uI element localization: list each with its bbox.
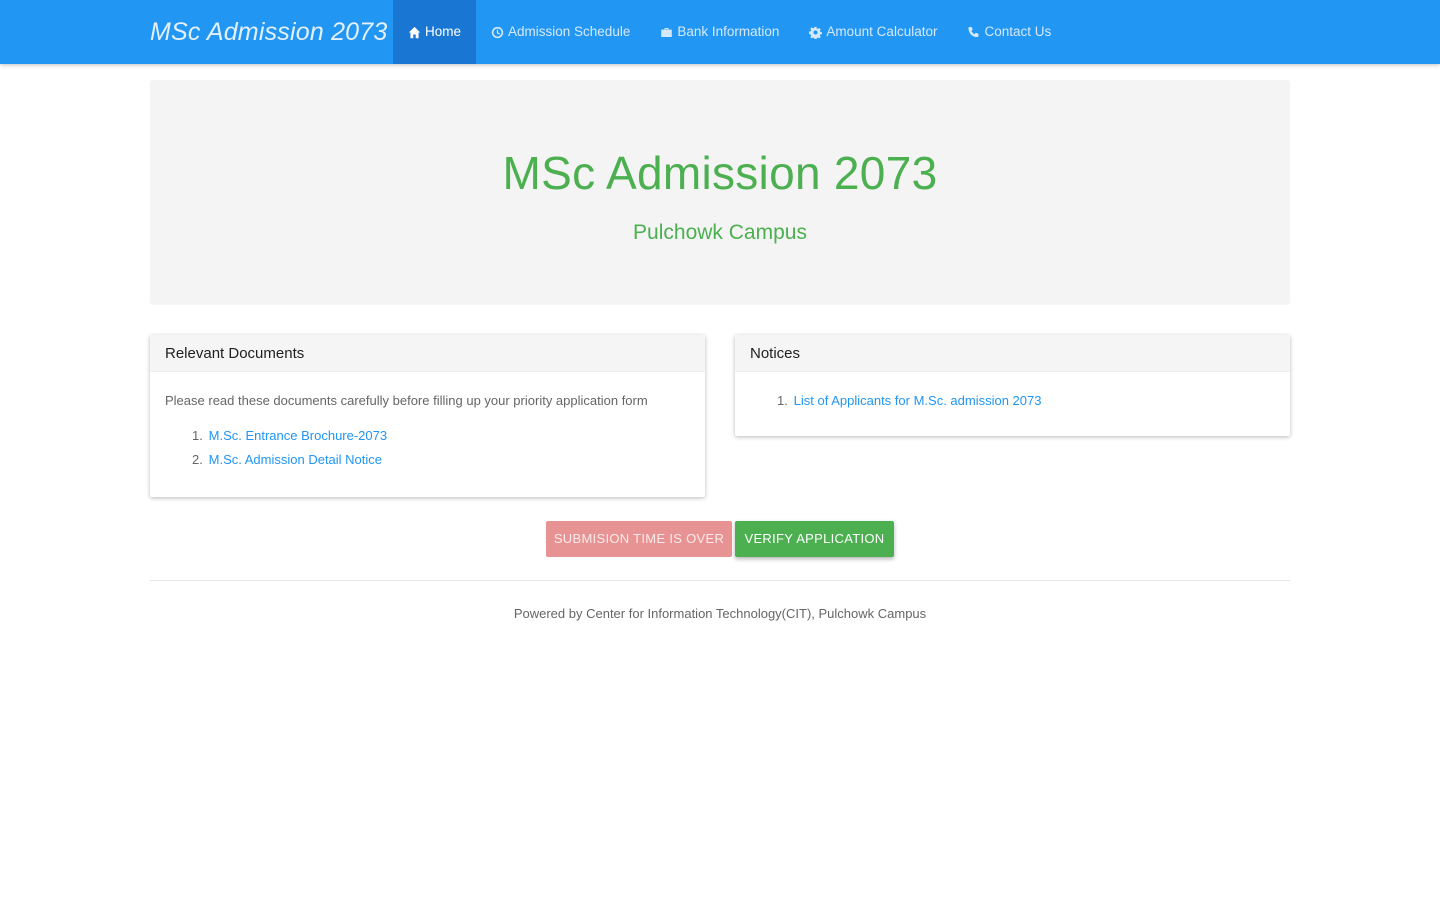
document-link-detail-notice[interactable]: M.Sc. Admission Detail Notice [209, 452, 382, 467]
home-icon [408, 26, 421, 38]
hero-subtitle: Pulchowk Campus [633, 221, 807, 244]
footer-divider [150, 580, 1290, 581]
hero-jumbotron: MSc Admission 2073 Pulchowk Campus [150, 80, 1290, 305]
top-navbar: MSc Admission 2073 Home Admission Schedu… [0, 0, 1440, 64]
list-item: 1. M.Sc. Entrance Brochure-2073 [165, 424, 690, 448]
list-number: 1. [777, 393, 788, 408]
nav-item-home[interactable]: Home [393, 0, 477, 64]
list-number: 2. [192, 452, 203, 467]
list-item: 2. M.Sc. Admission Detail Notice [165, 448, 690, 472]
submission-over-button[interactable]: SUBMISION TIME IS OVER [546, 521, 732, 557]
nav-item-label: Amount Calculator [826, 24, 938, 39]
documents-intro: Please read these documents carefully be… [165, 393, 648, 408]
notice-link-applicants-list[interactable]: List of Applicants for M.Sc. admission 2… [794, 393, 1042, 408]
panel-body: 1. List of Applicants for M.Sc. admissio… [735, 372, 1290, 428]
gear-icon [809, 26, 823, 39]
nav-item-bank-information[interactable]: Bank Information [645, 0, 794, 64]
nav-item-amount-calculator[interactable]: Amount Calculator [794, 0, 952, 64]
briefcase-icon [661, 27, 673, 37]
documents-list: 1. M.Sc. Entrance Brochure-2073 2. M.Sc.… [165, 424, 690, 472]
clock-icon [491, 26, 504, 38]
nav-item-label: Admission Schedule [508, 24, 631, 39]
brand-title[interactable]: MSc Admission 2073 [150, 0, 388, 64]
phone-icon [968, 26, 979, 37]
list-number: 1. [192, 428, 203, 443]
nav-item-admission-schedule[interactable]: Admission Schedule [476, 0, 645, 64]
nav-item-label: Contact Us [984, 24, 1052, 39]
footer-text: Powered by Center for Information Techno… [513, 606, 927, 621]
document-link-brochure[interactable]: M.Sc. Entrance Brochure-2073 [209, 428, 387, 443]
nav-item-label: Home [425, 24, 462, 39]
verify-application-button[interactable]: VERIFY APPLICATION [735, 521, 894, 557]
list-item: 1. List of Applicants for M.Sc. admissio… [750, 389, 1275, 413]
nav-item-label: Bank Information [677, 24, 780, 39]
panel-heading: Relevant Documents [150, 335, 705, 372]
nav-item-contact-us[interactable]: Contact Us [952, 0, 1066, 64]
main-nav: Home Admission Schedule Bank Information… [393, 0, 1066, 64]
notices-list: 1. List of Applicants for M.Sc. admissio… [750, 389, 1275, 413]
relevant-documents-panel: Relevant Documents Please read these doc… [150, 335, 705, 497]
notices-panel: Notices 1. List of Applicants for M.Sc. … [735, 335, 1290, 436]
panel-heading: Notices [735, 335, 1290, 372]
hero-title: MSc Admission 2073 [502, 147, 938, 199]
panel-body: Please read these documents carefully be… [150, 372, 705, 487]
